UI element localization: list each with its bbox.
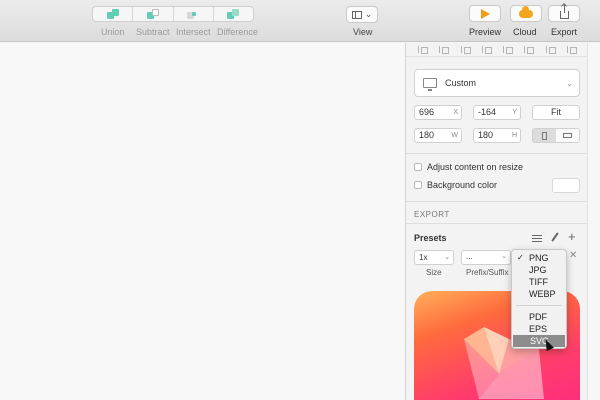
union-icon xyxy=(106,9,119,19)
prefix-value: ... xyxy=(466,252,473,261)
alignment-toolbar xyxy=(406,43,588,57)
y-unit-label: Y xyxy=(512,109,517,116)
play-icon xyxy=(480,8,490,19)
adjust-content-checkbox[interactable]: Adjust content on resize xyxy=(414,162,523,172)
design-canvas[interactable] xyxy=(0,43,405,400)
view-layout-icon xyxy=(351,10,362,19)
orientation-toggle xyxy=(532,128,580,143)
prefix-suffix-label: Prefix/Suffix xyxy=(466,268,509,277)
difference-label: Difference xyxy=(217,27,258,37)
remove-export-icon[interactable]: ✕ xyxy=(569,250,577,261)
preview-label: Preview xyxy=(469,27,502,37)
x-position-field[interactable]: 696 X xyxy=(414,105,462,120)
checkbox-icon xyxy=(414,181,422,189)
distribute-vertical-icon[interactable] xyxy=(439,46,450,54)
intersect-icon xyxy=(187,9,199,19)
chevron-down-icon: ⌄ xyxy=(501,253,507,260)
difference-icon xyxy=(227,9,240,19)
align-center-icon[interactable] xyxy=(481,46,492,54)
align-top-icon[interactable] xyxy=(524,46,535,54)
h-value: 180 xyxy=(478,130,494,140)
add-export-icon[interactable]: + xyxy=(568,230,576,243)
view-button[interactable]: ⌄ xyxy=(346,6,378,23)
presets-actions: + xyxy=(532,230,576,243)
export-button[interactable] xyxy=(548,5,580,22)
monitor-icon xyxy=(423,78,437,91)
export-scale-select[interactable]: 1x ⌄ xyxy=(414,250,454,265)
chevron-down-icon: ⌄ xyxy=(566,79,573,88)
portrait-button[interactable] xyxy=(533,129,556,142)
x-value: 696 xyxy=(419,107,435,117)
menu-separator xyxy=(516,305,562,306)
view-label: View xyxy=(353,27,373,37)
format-jpg-item[interactable]: JPG xyxy=(512,264,566,276)
checkbox-icon xyxy=(414,163,422,171)
divider xyxy=(406,223,588,224)
landscape-button[interactable] xyxy=(556,129,579,142)
format-png-item[interactable]: PNG xyxy=(512,252,566,264)
background-color-checkbox[interactable]: Background color xyxy=(414,180,497,190)
align-bottom-icon[interactable] xyxy=(566,46,577,54)
cloud-label: Cloud xyxy=(513,27,537,37)
format-tiff-item[interactable]: TIFF xyxy=(512,276,566,288)
portrait-icon xyxy=(542,131,547,140)
format-webp-item[interactable]: WEBP xyxy=(512,288,566,300)
difference-button[interactable] xyxy=(214,7,253,21)
intersect-label: Intersect xyxy=(176,27,211,37)
w-value: 180 xyxy=(419,130,435,140)
toolbar: Union Subtract Intersect Difference ⌄ Vi… xyxy=(0,0,600,42)
landscape-icon xyxy=(563,133,572,138)
format-pdf-item[interactable]: PDF xyxy=(512,311,566,323)
align-middle-icon[interactable] xyxy=(545,46,556,54)
prefix-suffix-field[interactable]: ... ⌄ xyxy=(461,250,511,265)
height-field[interactable]: 180 H xyxy=(473,128,521,143)
h-unit-label: H xyxy=(511,132,517,139)
format-eps-item[interactable]: EPS xyxy=(512,323,566,335)
format-svg-item[interactable]: SVG xyxy=(513,335,565,347)
chevron-down-icon: ⌄ xyxy=(364,9,373,19)
preset-select-value: Custom xyxy=(445,78,477,88)
scale-value: 1x xyxy=(419,253,428,262)
background-color-swatch[interactable] xyxy=(552,178,580,193)
chevron-down-icon: ⌄ xyxy=(444,254,450,261)
adjust-content-label: Adjust content on resize xyxy=(427,162,524,172)
y-position-field[interactable]: -164 Y xyxy=(473,105,521,120)
size-label: Size xyxy=(426,268,442,277)
export-label: Export xyxy=(551,27,578,37)
export-section-header: EXPORT xyxy=(414,210,450,219)
sliders-icon[interactable] xyxy=(532,233,542,243)
background-color-label: Background color xyxy=(427,180,498,190)
subtract-button[interactable] xyxy=(133,7,174,21)
cloud-icon xyxy=(519,5,533,18)
align-left-icon[interactable] xyxy=(460,46,471,54)
subtract-icon xyxy=(146,9,159,19)
share-icon xyxy=(559,5,569,19)
intersect-button[interactable] xyxy=(174,7,214,21)
distribute-horizontal-icon[interactable] xyxy=(418,46,429,54)
fit-button[interactable]: Fit xyxy=(532,105,580,120)
subtract-label: Subtract xyxy=(136,27,170,37)
presets-label: Presets xyxy=(414,233,447,243)
union-label: Union xyxy=(101,27,125,37)
y-value: -164 xyxy=(478,107,497,117)
export-format-menu: PNG JPG TIFF WEBP PDF EPS SVG xyxy=(511,249,567,349)
scroll-gutter xyxy=(587,43,600,400)
w-unit-label: W xyxy=(451,132,458,139)
divider xyxy=(406,201,588,202)
union-button[interactable] xyxy=(93,7,134,21)
x-unit-label: X xyxy=(453,109,458,116)
preview-button[interactable] xyxy=(469,5,501,22)
pencil-icon[interactable] xyxy=(551,232,559,242)
divider xyxy=(406,153,588,154)
artboard-preset-select[interactable]: Custom ⌄ xyxy=(414,69,580,97)
align-right-icon[interactable] xyxy=(503,46,514,54)
width-field[interactable]: 180 W xyxy=(414,128,462,143)
boolean-ops-segmented-control xyxy=(92,6,254,22)
cloud-button[interactable] xyxy=(510,5,542,22)
